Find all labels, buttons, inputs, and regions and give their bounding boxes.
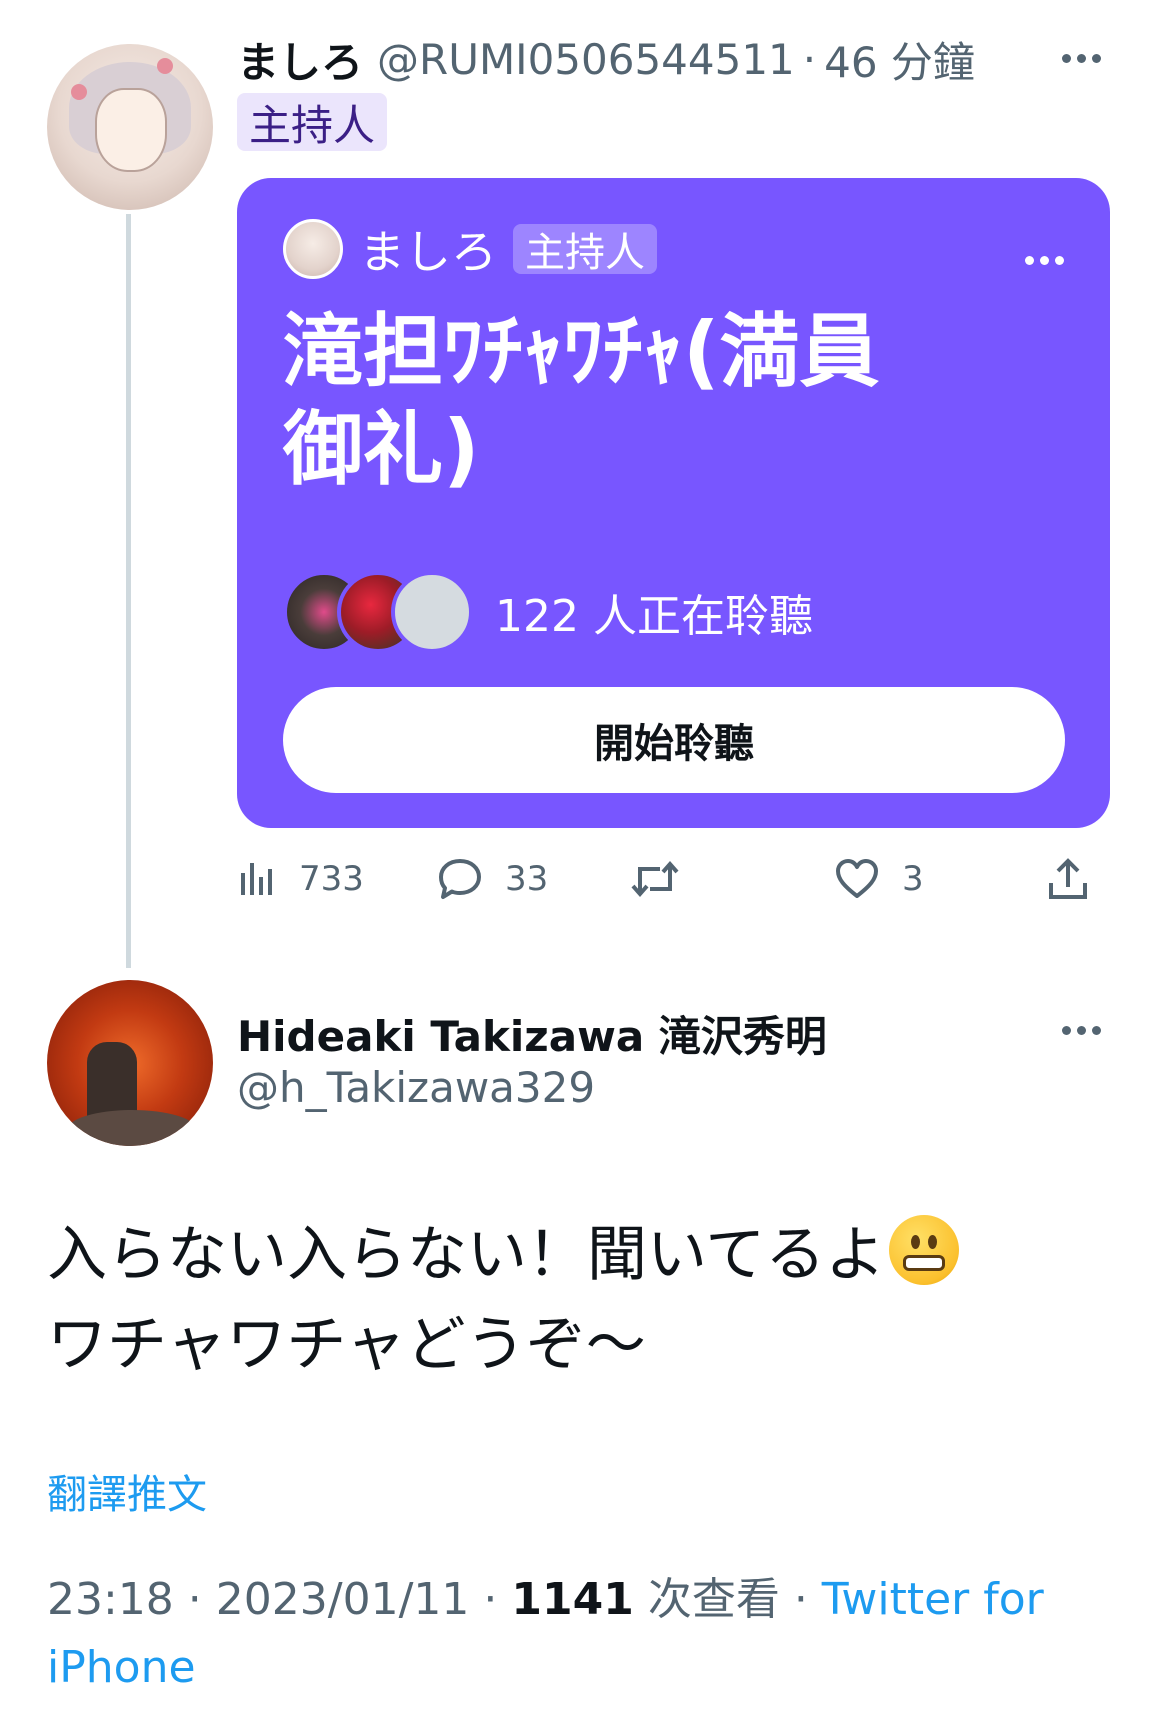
user-avatar-takizawa[interactable]	[47, 980, 213, 1146]
like-action[interactable]: 3	[834, 848, 924, 910]
author-handle[interactable]: @h_Takizawa329	[237, 1063, 595, 1112]
tweet-time[interactable]: 46 分鐘	[824, 29, 975, 90]
space-host: ましろ 主持人	[283, 218, 657, 280]
space-host-name: ましろ	[359, 225, 497, 279]
tweet-text-line1: 入らない入らない！聞いてるよ	[47, 1220, 886, 1290]
space-host-badge: 主持人	[513, 224, 657, 276]
listener-count: 122 人正在聆聽	[495, 591, 813, 642]
tweet-meta: 23:18 · 2023/01/11 · 1141 次查看 · Twitter …	[47, 1566, 1127, 1702]
space-card[interactable]: ましろ 主持人 滝担ﾜﾁｬﾜﾁｬ(満員御礼) 122 人正在聆聽 開始聆聽	[237, 178, 1110, 828]
thread-connector-line	[126, 214, 131, 968]
host-badge: 主持人	[237, 93, 388, 151]
translate-tweet-link[interactable]: 翻譯推文	[47, 1462, 207, 1520]
avatar-rock	[67, 1110, 197, 1146]
meta-views-count[interactable]: 1141	[511, 1574, 633, 1625]
views-icon	[241, 863, 272, 895]
avatar-flower	[157, 58, 173, 74]
meta-separator: ·	[469, 1574, 512, 1625]
more-icon[interactable]	[1025, 256, 1064, 265]
avatar-face	[95, 88, 167, 172]
tweet-text-line2: ワチャワチャどうぞ〜	[47, 1310, 646, 1380]
reply-icon	[439, 859, 481, 899]
more-icon[interactable]	[1062, 54, 1101, 63]
space-listeners: 122 人正在聆聽	[283, 571, 813, 653]
avatar-flower	[71, 84, 87, 100]
grimacing-emoji	[889, 1215, 960, 1285]
author-name[interactable]: Hideaki Takizawa 滝沢秀明	[237, 1003, 827, 1064]
like-icon	[836, 859, 878, 898]
tweet-header: ましろ @RUMI0506544511 · 46 分鐘	[237, 30, 975, 88]
author-handle[interactable]: @RUMI0506544511	[377, 35, 795, 84]
views-action[interactable]: 733	[237, 848, 364, 910]
meta-date[interactable]: 2023/01/11	[216, 1574, 470, 1625]
meta-time[interactable]: 23:18	[47, 1574, 174, 1625]
reply-action[interactable]: 33	[437, 848, 548, 910]
share-icon	[1049, 858, 1087, 899]
like-count: 3	[902, 859, 924, 899]
author-name[interactable]: ましろ	[237, 29, 363, 90]
start-listening-button[interactable]: 開始聆聽	[283, 687, 1065, 793]
views-count: 733	[299, 859, 364, 899]
listener-avatar	[391, 571, 473, 653]
tweet-actions: 733 33 3	[237, 848, 1117, 910]
user-avatar-mashiro[interactable]	[47, 44, 213, 210]
meta-separator: ·	[173, 1574, 216, 1625]
more-icon[interactable]	[1062, 1026, 1101, 1035]
share-action[interactable]	[1047, 848, 1089, 910]
header-separator: ·	[802, 34, 817, 84]
meta-views-label: 次查看	[633, 1574, 780, 1625]
retweet-icon	[631, 860, 679, 898]
tweet-text: 入らない入らない！聞いてるよ ワチャワチャどうぞ〜	[47, 1210, 1127, 1390]
space-title: 滝担ﾜﾁｬﾜﾁｬ(満員御礼)	[283, 305, 880, 496]
retweet-action[interactable]	[630, 848, 702, 910]
meta-separator: ·	[779, 1574, 822, 1625]
reply-count: 33	[505, 859, 549, 899]
space-host-avatar	[283, 219, 343, 279]
